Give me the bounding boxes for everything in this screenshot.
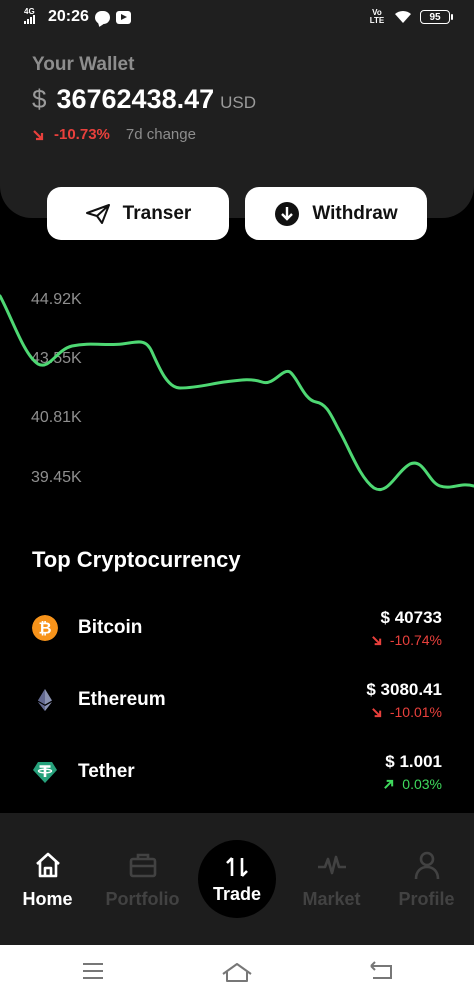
transfer-button[interactable]: Transer [47, 187, 229, 240]
currency-unit: USD [220, 93, 257, 112]
swap-icon [226, 856, 248, 877]
ethereum-icon [38, 689, 52, 711]
nav-trade[interactable]: Trade [198, 840, 276, 918]
volte-indicator: Vo LTE [369, 8, 385, 25]
coin-price: $ 1.001 [385, 752, 442, 771]
nav-home[interactable]: Home [0, 849, 95, 910]
coin-name: Bitcoin [78, 617, 143, 638]
coin-price: $ 3080.41 [366, 680, 442, 699]
status-bar: 4G 20:26 Vo LTE 95 [0, 0, 474, 36]
send-icon [85, 203, 110, 224]
tether-icon [33, 762, 57, 783]
trend-up-icon [384, 779, 394, 789]
withdraw-label: Withdraw [312, 202, 398, 224]
wallet-change: -10.73% 7d change [32, 126, 196, 143]
system-nav-bar [0, 945, 474, 1000]
back-icon[interactable] [368, 961, 394, 981]
nav-label: Profile [398, 889, 455, 909]
wallet-amount: 36762438.47 [56, 84, 215, 114]
home-button-icon[interactable] [221, 961, 253, 983]
currency-symbol: $ [32, 84, 47, 114]
coin-row-tether[interactable]: Tether $ 1.001 0.03% [0, 742, 474, 802]
clock: 20:26 [48, 8, 89, 25]
nav-label: Market [302, 889, 361, 909]
wifi-icon [395, 10, 411, 23]
home-icon [35, 852, 60, 878]
trend-down-icon [33, 129, 44, 140]
wallet-balance: $ 36762438.47 USD [32, 84, 256, 115]
coin-change: -10.01% [371, 704, 442, 720]
nav-label: Home [22, 889, 73, 909]
coin-price: $ 40733 [380, 608, 442, 627]
coin-change-value: -10.01% [389, 704, 442, 720]
coin-change-value: -10.74% [389, 632, 442, 648]
nav-label: Trade [212, 883, 262, 904]
price-line [0, 294, 474, 492]
coin-name: Ethereum [78, 689, 166, 710]
transfer-label: Transer [122, 202, 192, 224]
menu-icon[interactable] [82, 961, 104, 981]
withdraw-button[interactable]: Withdraw [245, 187, 427, 240]
message-icon [94, 10, 110, 24]
svg-text:₿: ₿ [38, 620, 51, 638]
coin-change-value: 0.03% [402, 776, 442, 792]
trend-down-icon [371, 635, 382, 645]
coin-row-ethereum[interactable]: Ethereum $ 3080.41 -10.01% [0, 670, 474, 730]
pulse-icon [317, 855, 346, 875]
section-title: Top Cryptocurrency [32, 547, 241, 572]
bitcoin-icon: ₿ [32, 615, 58, 641]
bottom-nav: Home Portfolio Trade Market Profile [0, 813, 474, 945]
briefcase-icon [129, 853, 156, 878]
nav-market[interactable]: Market [284, 849, 379, 910]
coin-change: -10.74% [371, 632, 442, 648]
nav-label: Portfolio [105, 889, 180, 909]
trend-down-icon [371, 707, 382, 717]
battery-indicator: 95 [420, 10, 453, 24]
price-chart: 44.92K 43.55K 40.81K 39.45K [0, 260, 474, 510]
coin-row-bitcoin[interactable]: ₿ Bitcoin $ 40733 -10.74% [0, 598, 474, 658]
signal-icon: 4G [24, 8, 42, 26]
coin-name: Tether [78, 761, 135, 782]
user-icon [414, 851, 439, 880]
change-label: 7d change [125, 126, 196, 143]
change-value: -10.73% [54, 126, 110, 143]
nav-profile[interactable]: Profile [379, 849, 474, 910]
nav-portfolio[interactable]: Portfolio [95, 849, 190, 910]
coin-change: 0.03% [383, 776, 442, 792]
download-icon [275, 201, 300, 226]
youtube-icon [115, 10, 131, 24]
wallet-label: Your Wallet [32, 54, 135, 75]
